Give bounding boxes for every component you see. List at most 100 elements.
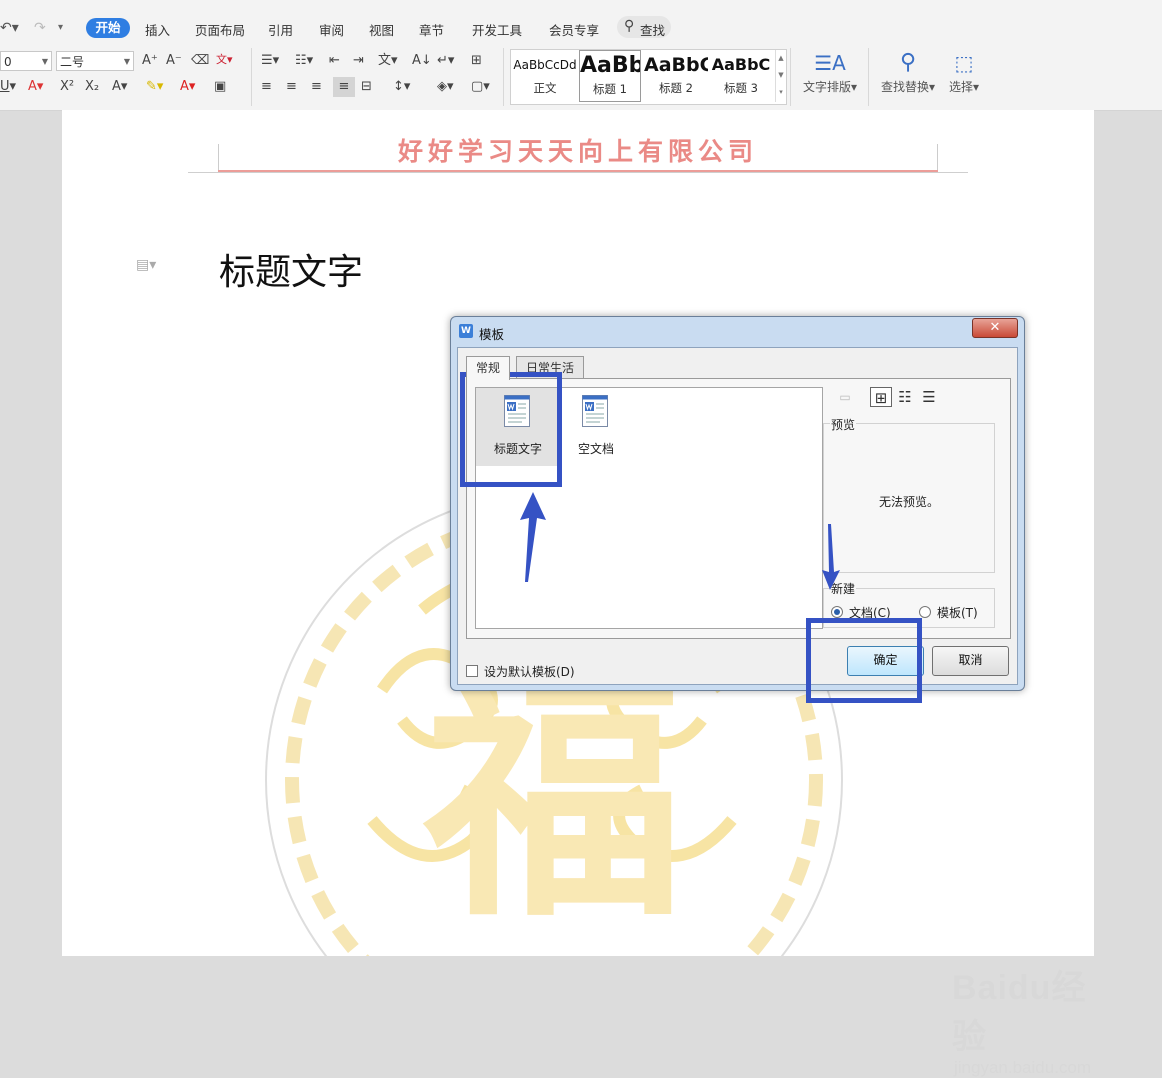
grow-font-icon[interactable]: A⁺ xyxy=(142,53,158,69)
baidu-watermark: Baidu经验 jingyan.baidu.com xyxy=(952,960,1094,1078)
numbered-list-icon[interactable]: ☷▾ xyxy=(295,53,313,69)
font-size-value: 二号 xyxy=(60,55,85,69)
style-heading-2[interactable]: AaBbC 标题 2 xyxy=(644,50,708,102)
paragraph-handle-icon[interactable]: ▤▾ xyxy=(136,257,156,273)
tab-sections[interactable]: 章节 xyxy=(419,20,444,39)
highlight-box-template xyxy=(460,372,562,487)
tab-stops-icon[interactable]: ⊞ xyxy=(471,53,482,69)
superscript-icon[interactable]: X² xyxy=(60,79,74,95)
large-icons-view-icon[interactable]: ⊞ xyxy=(870,387,892,407)
folder-up-icon[interactable]: ▭ xyxy=(834,387,856,407)
clear-format-icon[interactable]: ⌫ xyxy=(191,53,209,69)
style-heading-3[interactable]: AaBbC 标题 3 xyxy=(709,50,773,102)
preview-label: 预览 xyxy=(830,416,857,433)
preview-message: 无法预览。 xyxy=(878,495,939,509)
shading-icon[interactable]: ◈▾ xyxy=(437,79,454,95)
wps-logo-icon: W xyxy=(459,324,473,338)
arrow-down-icon xyxy=(822,524,840,590)
close-icon: ✕ xyxy=(989,320,1001,335)
style-name: 标题 1 xyxy=(593,82,627,96)
radio-selected-icon xyxy=(831,606,843,618)
subscript-icon[interactable]: X₂ xyxy=(85,79,99,95)
search-icon: ⚲ xyxy=(624,18,635,34)
font-name-value: 0 xyxy=(4,55,12,69)
tab-review[interactable]: 审阅 xyxy=(319,20,344,39)
font-name-combo[interactable]: 0 ▼ xyxy=(0,51,52,71)
bullet-list-icon[interactable]: ☰▾ xyxy=(261,53,279,69)
header-company-name: 好好学习天天向上有限公司 xyxy=(397,137,758,166)
style-heading-1[interactable]: AaBb 标题 1 xyxy=(579,50,641,102)
align-center-icon[interactable]: ≡ xyxy=(286,79,297,95)
radio-template[interactable]: 模板(T) xyxy=(919,604,978,621)
find-replace-label: 查找替换 xyxy=(880,80,929,94)
tab-insert[interactable]: 插入 xyxy=(145,20,170,39)
increase-indent-icon[interactable]: ⇥ xyxy=(353,53,364,69)
font-size-combo[interactable]: 二号 ▼ xyxy=(56,51,134,71)
tab-member[interactable]: 会员专享 xyxy=(549,20,599,39)
line-spacing-icon[interactable]: ↕▾ xyxy=(393,79,410,95)
justify-icon[interactable]: ≡ xyxy=(333,77,355,97)
style-normal[interactable]: AaBbCcDd 正文 xyxy=(513,50,577,102)
select-button[interactable]: ⬚ 选择▾ xyxy=(944,48,984,95)
align-right-icon[interactable]: ≡ xyxy=(311,79,322,95)
undo-icon[interactable]: ↶▾ xyxy=(0,20,19,36)
arrow-up-icon xyxy=(520,492,546,582)
default-template-checkbox[interactable]: 设为默认模板(D) xyxy=(466,663,575,680)
chevron-down-icon: ▼ xyxy=(41,57,48,66)
tab-view[interactable]: 视图 xyxy=(369,20,394,39)
view-mode-bar: ▭ ⊞ ☷ ☰ xyxy=(834,387,1004,411)
dialog-title: 模板 xyxy=(479,327,505,342)
tab-developer[interactable]: 开发工具 xyxy=(472,20,522,39)
tab-page-layout[interactable]: 页面布局 xyxy=(195,20,245,39)
highlight-icon[interactable]: ✎▾ xyxy=(146,79,163,95)
separator xyxy=(790,48,791,106)
tab-references[interactable]: 引用 xyxy=(268,20,293,39)
text-effect-icon[interactable]: A▾ xyxy=(112,79,127,95)
style-name: 正文 xyxy=(533,81,557,95)
strikethrough-icon[interactable]: A▾ xyxy=(28,79,43,95)
chevron-down-icon: ▼ xyxy=(123,57,130,66)
cancel-button[interactable]: 取消 xyxy=(932,646,1009,676)
list-view-icon[interactable]: ☷ xyxy=(894,387,916,407)
separator xyxy=(868,48,869,106)
watermark-fu-char: 福 xyxy=(420,647,684,952)
font-color-icon[interactable]: A▾ xyxy=(180,79,195,95)
phonetic-guide-icon[interactable]: 文▾ xyxy=(216,52,233,68)
style-name: 标题 3 xyxy=(724,81,758,95)
char-border-icon[interactable]: ▣ xyxy=(214,79,226,95)
quick-access-dropdown-icon[interactable]: ▾ xyxy=(58,20,63,36)
distributed-align-icon[interactable]: ⊟ xyxy=(361,79,372,95)
align-left-icon[interactable]: ≡ xyxy=(261,79,272,95)
tab-general[interactable]: 常规 xyxy=(466,356,511,380)
search-box[interactable]: ⚲ 查找 xyxy=(617,16,671,38)
details-view-icon[interactable]: ☰ xyxy=(918,387,940,407)
style-preview: AaBbC xyxy=(644,54,708,76)
sort-icon[interactable]: A↓ xyxy=(412,53,432,69)
shrink-font-icon[interactable]: A⁻ xyxy=(166,53,182,69)
template-item[interactable]: 空文档 xyxy=(560,388,644,466)
tab-home[interactable]: 开始 xyxy=(86,18,130,38)
text-layout-button[interactable]: ☰A 文字排版▾ xyxy=(800,48,860,95)
cursor-select-icon: ⬚ xyxy=(954,51,974,75)
decrease-indent-icon[interactable]: ⇤ xyxy=(329,53,340,69)
word-doc-icon xyxy=(582,395,608,427)
underline-icon[interactable]: U▾ xyxy=(0,79,16,95)
close-button[interactable]: ✕ xyxy=(972,318,1018,338)
styles-scroll[interactable]: ▲ ▼ ▾ xyxy=(775,50,786,102)
text-layout-icon: ☰A xyxy=(814,51,846,75)
find-replace-button[interactable]: ⚲ 查找替换▾ xyxy=(878,48,938,95)
show-marks-icon[interactable]: ↵▾ xyxy=(437,53,454,69)
magnifier-icon: ⚲ xyxy=(899,50,917,75)
text-layout-label: 文字排版 xyxy=(802,80,851,94)
chinese-layout-icon[interactable]: 文▾ xyxy=(378,53,398,69)
highlight-box-ok xyxy=(806,618,922,703)
select-label: 选择 xyxy=(948,80,973,94)
styles-gallery: AaBbCcDd 正文 AaBb 标题 1 AaBbC 标题 2 AaBbC 标… xyxy=(510,49,787,105)
radio-template-label: 模板(T) xyxy=(937,606,978,620)
borders-icon[interactable]: ▢▾ xyxy=(471,79,490,95)
document-title[interactable]: 标题文字 xyxy=(219,243,363,295)
search-label: 查找 xyxy=(640,23,666,38)
style-preview: AaBb xyxy=(580,53,640,78)
separator xyxy=(251,48,252,106)
redo-icon[interactable]: ↷ xyxy=(34,20,46,36)
